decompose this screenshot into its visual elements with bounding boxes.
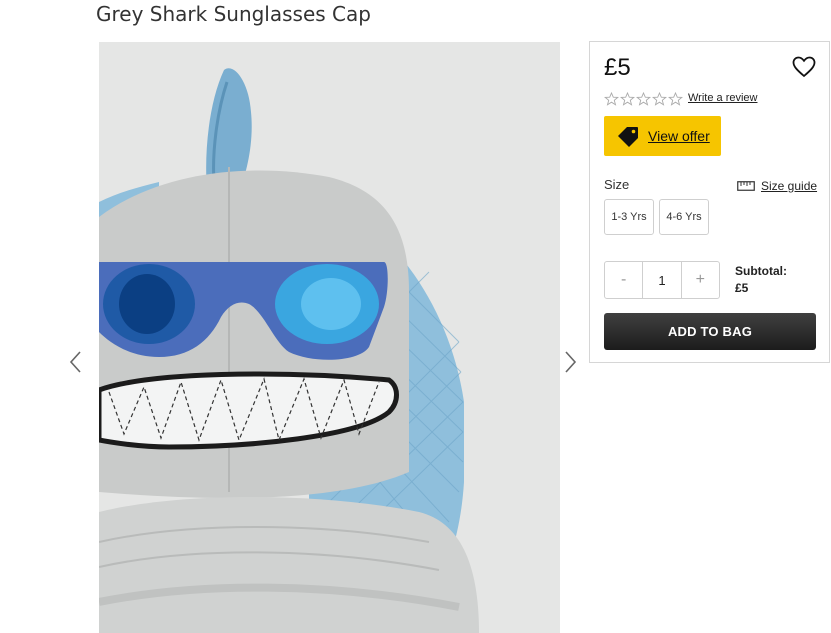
star-empty-icon xyxy=(668,92,683,106)
purchase-panel: £5 Write a review View offer Size Size g… xyxy=(589,41,830,363)
cap-illustration xyxy=(99,42,560,633)
rating-stars xyxy=(604,92,683,106)
size-guide-link[interactable]: Size guide xyxy=(737,179,817,193)
ruler-icon xyxy=(737,181,755,191)
subtotal-label: Subtotal: xyxy=(735,264,787,278)
subtotal-value: £5 xyxy=(735,281,749,295)
wishlist-button[interactable] xyxy=(792,56,816,78)
quantity-increment-button[interactable]: + xyxy=(682,262,719,298)
quantity-decrement-button[interactable]: - xyxy=(605,262,642,298)
subtotal: Subtotal: £5 xyxy=(735,263,787,297)
star-empty-icon xyxy=(604,92,619,106)
star-empty-icon xyxy=(652,92,667,106)
size-option-4-6-yrs[interactable]: 4-6 Yrs xyxy=(659,199,709,235)
size-label: Size xyxy=(604,177,630,192)
view-offer-label: View offer xyxy=(648,128,710,144)
tag-icon xyxy=(618,127,638,147)
product-price: £5 xyxy=(604,54,631,81)
chevron-right-icon xyxy=(565,351,577,373)
size-guide-label: Size guide xyxy=(761,179,818,193)
add-to-bag-button[interactable]: ADD TO BAG xyxy=(604,313,816,350)
quantity-input[interactable]: 1 xyxy=(642,262,682,298)
product-title: Grey Shark Sunglasses Cap xyxy=(96,2,371,26)
gallery-next-button[interactable] xyxy=(562,348,578,376)
size-option-1-3-yrs[interactable]: 1-3 Yrs xyxy=(604,199,654,235)
write-review-link[interactable]: Write a review xyxy=(688,92,757,104)
heart-icon xyxy=(792,56,816,78)
star-empty-icon xyxy=(620,92,635,106)
quantity-stepper: - 1 + xyxy=(604,261,720,299)
view-offer-button[interactable]: View offer xyxy=(604,116,721,156)
product-image[interactable] xyxy=(99,42,560,633)
gallery-prev-button[interactable] xyxy=(68,348,84,376)
star-empty-icon xyxy=(636,92,651,106)
chevron-left-icon xyxy=(69,351,81,373)
